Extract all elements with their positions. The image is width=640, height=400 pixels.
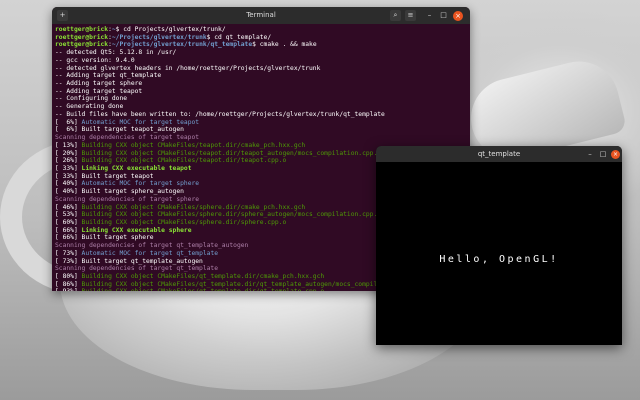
terminal-line: -- detected glvertex headers in /home/ro… — [55, 65, 467, 73]
terminal-text: [ 73%] Built target qt_template_autogen — [55, 257, 203, 265]
terminal-text: Automatic MOC for target teapot — [81, 118, 200, 126]
close-icon[interactable]: × — [611, 149, 620, 159]
qt-template-window[interactable]: qt_template – □ × Hello, OpenGL! — [376, 146, 622, 345]
terminal-text: Building CXX object CMakeFiles/qt_templa… — [81, 280, 412, 288]
terminal-text: ~/Projects/glvertex/trunk/qt_template — [111, 41, 253, 49]
terminal-line: -- Generating done — [55, 103, 467, 111]
terminal-text: $ cd Projects/glvertex/trunk/ — [115, 26, 226, 33]
terminal-text: [ 60%] — [55, 218, 82, 226]
minimize-icon[interactable]: – — [585, 149, 595, 159]
terminal-text: -- Adding target qt_template — [55, 72, 162, 80]
terminal-line: -- Adding target teapot — [55, 88, 467, 96]
terminal-line: -- Adding target sphere — [55, 80, 467, 88]
opengl-canvas[interactable]: Hello, OpenGL! — [376, 162, 622, 345]
terminal-text: [ 46%] — [55, 203, 82, 211]
terminal-text: -- Build files have been written to: /ho… — [55, 110, 385, 118]
terminal-text: [ 93%] — [55, 288, 82, 291]
terminal-text: [ 33%] Built target teapot — [55, 172, 154, 180]
terminal-text: -- Adding target teapot — [55, 87, 143, 95]
terminal-text: Building CXX object CMakeFiles/teapot.di… — [81, 157, 287, 165]
terminal-text: -- gcc version: 9.4.0 — [55, 56, 135, 64]
terminal-text: roettger@brick — [55, 26, 109, 33]
terminal-text: [ 66%] Built target sphere — [55, 234, 154, 242]
search-icon[interactable]: ⌕ — [390, 10, 401, 21]
terminal-text: -- detected Qt5: 5.12.8 in /usr/ — [55, 49, 177, 57]
terminal-text: Linking CXX executable sphere — [81, 226, 192, 234]
terminal-text: [ 26%] — [55, 157, 82, 165]
terminal-text: roettger@brick — [55, 33, 109, 41]
terminal-text: [ 73%] — [55, 249, 82, 257]
close-icon[interactable]: × — [453, 10, 463, 21]
terminal-text: -- detected glvertex headers in /home/ro… — [55, 64, 321, 72]
terminal-line: [ 6%] Built target teapot_autogen — [55, 126, 467, 134]
opengl-message: Hello, OpenGL! — [439, 254, 559, 265]
terminal-text: [ 33%] — [55, 164, 82, 172]
terminal-line: -- gcc version: 9.4.0 — [55, 57, 467, 65]
terminal-line: -- Configuring done — [55, 95, 467, 103]
terminal-text: [ 40%] Built target sphere_autogen — [55, 188, 184, 196]
terminal-text: Building CXX object CMakeFiles/teapot.di… — [81, 141, 306, 149]
terminal-text: [ 66%] — [55, 226, 82, 234]
terminal-text: Building CXX object CMakeFiles/teapot.di… — [81, 149, 382, 157]
terminal-text: ~/Projects/glvertex/trunk — [111, 33, 207, 41]
terminal-text: -- Generating done — [55, 103, 124, 111]
terminal-text: [ 53%] — [55, 211, 82, 219]
maximize-icon[interactable]: □ — [438, 10, 449, 21]
terminal-text: $ cd qt_template/ — [206, 33, 272, 41]
terminal-text: Building CXX object CMakeFiles/sphere.di… — [81, 203, 306, 211]
terminal-text: [ 80%] — [55, 273, 82, 280]
terminal-line: -- detected Qt5: 5.12.8 in /usr/ — [55, 49, 467, 57]
terminal-text: [ 40%] — [55, 180, 82, 188]
terminal-text: Scanning dependencies of target qt_templ… — [55, 242, 249, 250]
terminal-text: Automatic MOC for target sphere — [81, 180, 200, 188]
menu-icon[interactable]: ≡ — [405, 10, 416, 21]
terminal-text: -- Adding target sphere — [55, 80, 143, 88]
terminal-line: -- Adding target qt_template — [55, 72, 467, 80]
terminal-text: Automatic MOC for target qt_template — [81, 249, 219, 257]
terminal-text: [ 6%] Built target teapot_autogen — [55, 126, 184, 134]
terminal-text: [ 6%] — [55, 118, 82, 126]
terminal-titlebar[interactable]: + Terminal ⌕ ≡ – □ × — [52, 7, 470, 24]
terminal-text: -- Configuring done — [55, 95, 128, 103]
terminal-text: roettger@brick — [55, 41, 109, 49]
qt-titlebar[interactable]: qt_template – □ × — [376, 146, 622, 162]
terminal-line: [ 6%] Automatic MOC for target teapot — [55, 119, 467, 127]
terminal-line: Scanning dependencies of target teapot — [55, 134, 467, 142]
terminal-text: Scanning dependencies of target sphere — [55, 195, 200, 203]
terminal-text: Scanning dependencies of target qt_templ… — [55, 265, 219, 273]
terminal-text: Building CXX object CMakeFiles/qt_templa… — [82, 288, 325, 291]
terminal-text: Linking CXX executable teapot — [81, 164, 192, 172]
terminal-text: [ 86%] — [55, 280, 82, 288]
terminal-text: [ 20%] — [55, 149, 82, 157]
terminal-text: [ 13%] — [55, 141, 82, 149]
terminal-text: $ cmake . && make — [252, 41, 317, 49]
terminal-line: roettger@brick:~$ cd Projects/glvertex/t… — [55, 26, 467, 34]
terminal-line: roettger@brick:~/Projects/glvertex/trunk… — [55, 41, 467, 49]
terminal-text: Building CXX object CMakeFiles/qt_templa… — [81, 273, 325, 280]
terminal-text: Building CXX object CMakeFiles/sphere.di… — [81, 211, 382, 219]
maximize-icon[interactable]: □ — [598, 149, 608, 159]
minimize-icon[interactable]: – — [424, 10, 435, 21]
terminal-text: Scanning dependencies of target teapot — [55, 134, 200, 142]
terminal-text: Building CXX object CMakeFiles/sphere.di… — [81, 218, 287, 226]
terminal-line: -- Build files have been written to: /ho… — [55, 111, 467, 119]
